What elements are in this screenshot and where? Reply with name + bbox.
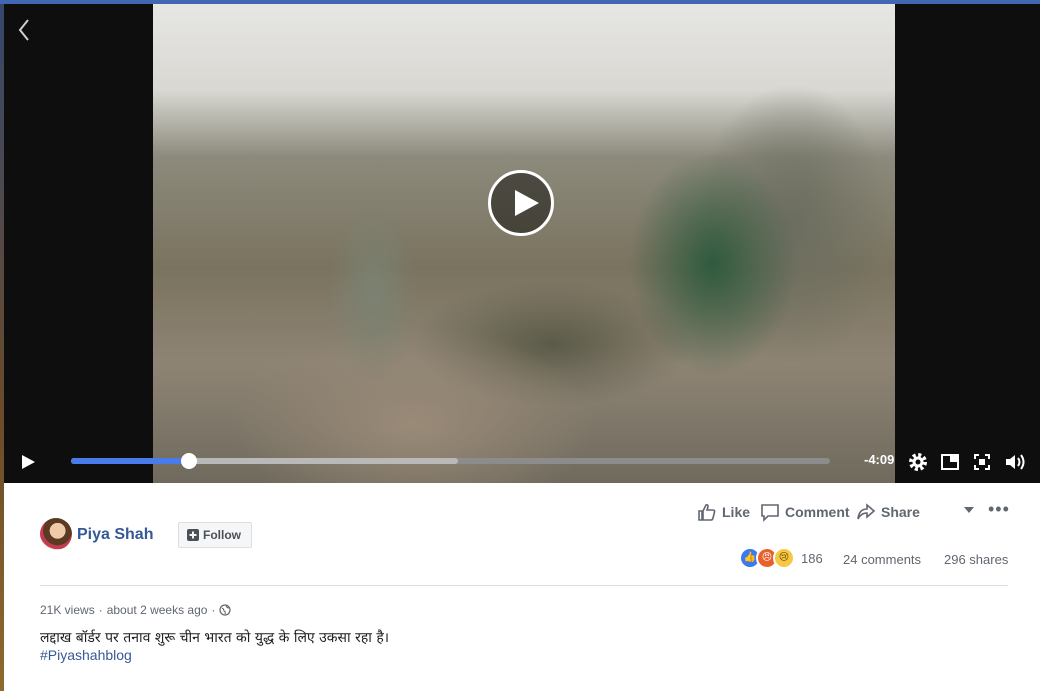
post-details: Piya Shah Follow Like Comment Share ••• … bbox=[4, 483, 1040, 691]
volume-button[interactable] bbox=[1003, 451, 1025, 473]
progress-handle[interactable] bbox=[181, 453, 198, 469]
play-button[interactable] bbox=[18, 452, 38, 472]
comment-icon bbox=[761, 504, 779, 522]
divider bbox=[40, 585, 1008, 586]
globe-icon bbox=[219, 604, 232, 616]
share-label: Share bbox=[881, 504, 920, 520]
volume-icon bbox=[1006, 454, 1025, 470]
comments-count[interactable]: 24 comments bbox=[843, 552, 921, 567]
reaction-count[interactable]: 186 bbox=[801, 551, 823, 566]
back-button[interactable] bbox=[14, 16, 36, 44]
fullscreen-button[interactable] bbox=[971, 451, 993, 473]
progress-bar[interactable] bbox=[71, 453, 830, 469]
hashtag-link[interactable]: #Piyashahblog bbox=[40, 647, 132, 663]
video-player[interactable]: -4:09 bbox=[4, 4, 1040, 483]
post-caption: लद्दाख बॉर्डर पर तनाव शुरू चीन भारत को य… bbox=[40, 630, 390, 646]
avatar[interactable] bbox=[40, 518, 72, 550]
like-label: Like bbox=[722, 504, 751, 520]
comment-label: Comment bbox=[785, 504, 850, 520]
comment-button[interactable]: Comment bbox=[760, 501, 850, 523]
mini-player-button[interactable] bbox=[939, 451, 961, 473]
play-icon bbox=[22, 455, 35, 469]
view-count: 21K views bbox=[40, 603, 95, 617]
like-button[interactable]: Like bbox=[697, 501, 750, 523]
meta-separator: · bbox=[211, 603, 216, 617]
video-frame[interactable] bbox=[153, 4, 895, 483]
reactions-summary[interactable]: 👍 😠 😢 186 bbox=[739, 547, 823, 569]
share-button[interactable]: Share bbox=[856, 501, 920, 523]
share-icon bbox=[857, 503, 876, 520]
chevron-down-icon[interactable] bbox=[964, 507, 974, 513]
post-time[interactable]: about 2 weeks ago bbox=[107, 603, 208, 617]
sad-reaction-icon: 😢 bbox=[773, 547, 795, 569]
shares-count[interactable]: 296 shares bbox=[944, 552, 1008, 567]
post-meta: 21K views · about 2 weeks ago · bbox=[40, 603, 232, 617]
picture-in-picture-icon bbox=[941, 454, 959, 470]
gear-icon bbox=[909, 453, 927, 471]
meta-separator: · bbox=[98, 603, 103, 617]
fullscreen-icon bbox=[974, 454, 990, 470]
settings-button[interactable] bbox=[907, 451, 929, 473]
follow-button[interactable]: Follow bbox=[178, 522, 252, 548]
chevron-left-icon bbox=[18, 19, 29, 41]
time-remaining: -4:09 bbox=[864, 452, 895, 467]
thumbs-up-icon bbox=[698, 503, 716, 521]
video-controls: -4:09 bbox=[4, 444, 1040, 483]
play-icon bbox=[515, 190, 539, 216]
progress-fill bbox=[71, 458, 190, 464]
author-name[interactable]: Piya Shah bbox=[77, 526, 153, 544]
add-user-icon bbox=[187, 529, 199, 541]
more-options-icon[interactable]: ••• bbox=[988, 499, 1010, 520]
follow-label: Follow bbox=[203, 528, 241, 542]
big-play-button[interactable] bbox=[488, 170, 554, 236]
